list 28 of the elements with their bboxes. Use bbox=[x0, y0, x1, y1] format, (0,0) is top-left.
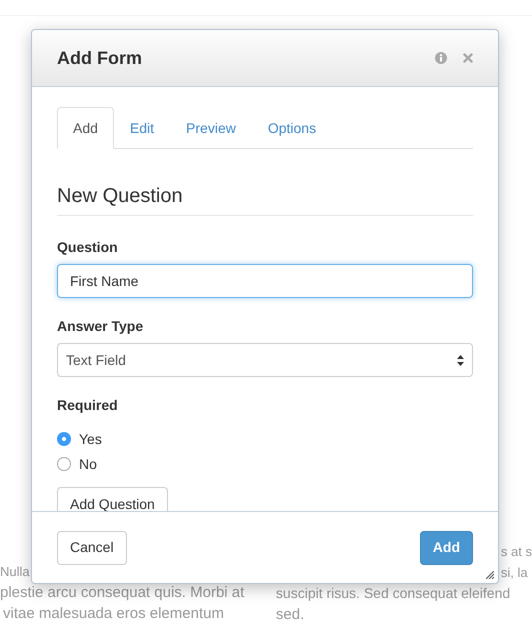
answer-type-select[interactable]: Text Field bbox=[57, 343, 473, 377]
background-text: Nulla bbox=[0, 563, 30, 581]
updown-icon bbox=[457, 354, 464, 366]
close-icon[interactable] bbox=[463, 53, 473, 63]
background-text: sed. bbox=[276, 605, 304, 625]
tab[interactable]: Edit bbox=[114, 107, 170, 149]
info-icon[interactable] bbox=[435, 52, 447, 64]
background-text: s at s bbox=[500, 543, 532, 561]
field-label: Required bbox=[57, 396, 119, 415]
field-label: Question bbox=[57, 238, 119, 257]
tab[interactable]: Options bbox=[252, 107, 332, 149]
question-field[interactable]: First Name bbox=[57, 264, 473, 298]
radio-option[interactable]: Yes bbox=[57, 430, 473, 448]
section-heading: New Question bbox=[57, 181, 473, 216]
cancel-button[interactable]: Cancel bbox=[57, 530, 127, 564]
background-text: suscipit risus. Sed consequat eleifend bbox=[276, 584, 510, 603]
radio-button[interactable] bbox=[57, 457, 71, 471]
tab[interactable]: Add bbox=[57, 107, 114, 149]
add-question-button[interactable]: Add Question bbox=[57, 487, 168, 511]
tab[interactable]: Preview bbox=[170, 107, 252, 149]
background-text: plestie arcu consequat quis. Morbi at bbox=[0, 583, 246, 603]
radio-button[interactable] bbox=[57, 432, 71, 446]
background-text: vitae malesuada eros elementum bbox=[3, 604, 225, 624]
background-text: si, la bbox=[500, 564, 528, 582]
resize-grip-icon[interactable] bbox=[486, 571, 494, 579]
dialog-title: Add Form bbox=[57, 46, 142, 70]
field-label: Answer Type bbox=[57, 317, 144, 336]
radio-option[interactable]: No bbox=[57, 455, 473, 473]
